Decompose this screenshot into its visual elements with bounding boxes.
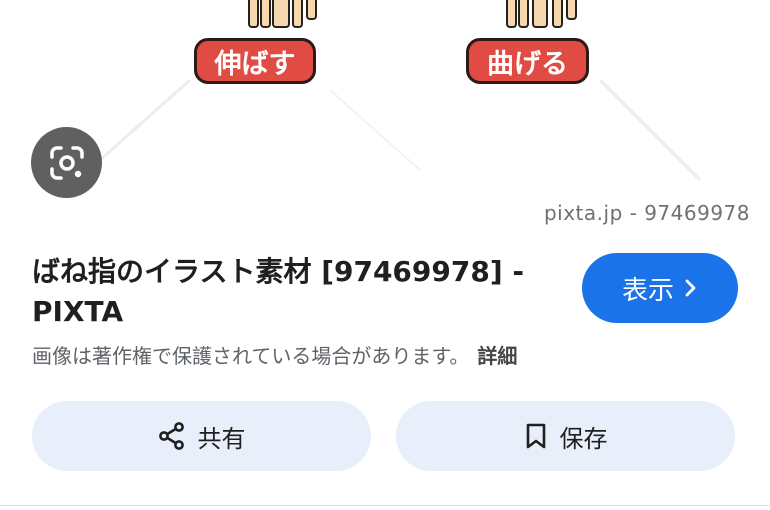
share-button-label: 共有 [197,424,246,453]
save-button[interactable]: 保存 [396,401,735,471]
save-button-label: 保存 [559,424,608,453]
copyright-notice: 画像は著作権で保護されている場合があります。 詳細 [32,340,517,369]
bookmark-icon [526,423,545,449]
copyright-notice-text: 画像は著作権で保護されている場合があります。 [32,344,470,368]
google-lens-button[interactable] [31,127,102,198]
result-title-line-2: PIXTA [32,295,124,328]
hand-illustration-right [500,0,580,30]
share-icon [158,422,184,450]
image-preview[interactable]: 伸ばす 曲げる pixta.jp - 97469978 [0,0,770,232]
google-lens-icon [49,145,84,180]
watermark-text: pixta.jp - 97469978 [543,201,750,225]
illustration-label-bend: 曲げる [466,38,589,84]
hand-illustration-left [240,0,320,30]
result-title-line-1: ばね指のイラスト素材 [97469978] - [32,255,525,288]
share-button[interactable]: 共有 [32,401,371,471]
illustration-label-stretch: 伸ばす [194,38,316,84]
show-button-label: 表示 [621,274,674,305]
result-title[interactable]: ばね指のイラスト素材 [97469978] - PIXTA [32,252,552,332]
details-link[interactable]: 詳細 [477,344,517,368]
bottom-divider [0,505,770,506]
chevron-right-icon [685,279,696,297]
show-button[interactable]: 表示 [582,253,738,323]
preview-watermark-lines [99,78,702,182]
